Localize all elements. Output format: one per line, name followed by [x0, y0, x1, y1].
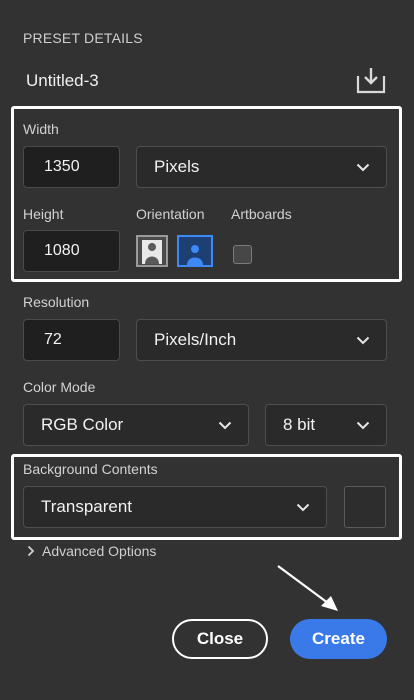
resolution-unit-value: Pixels/Inch	[154, 330, 237, 349]
portrait-person-icon	[142, 240, 162, 264]
background-contents-label: Background Contents	[23, 461, 158, 477]
chevron-down-icon	[356, 421, 370, 429]
background-color-swatch[interactable]	[344, 486, 386, 528]
resolution-input[interactable]: 72	[23, 319, 120, 361]
chevron-down-icon	[356, 163, 370, 171]
resolution-label: Resolution	[23, 294, 90, 310]
orientation-portrait-button[interactable]	[136, 235, 168, 267]
landscape-person-icon	[187, 245, 203, 265]
bit-depth-select[interactable]: 8 bit	[265, 404, 387, 446]
chevron-down-icon	[218, 421, 232, 429]
chevron-right-icon	[27, 545, 35, 557]
bit-depth-value: 8 bit	[283, 415, 316, 434]
color-mode-label: Color Mode	[23, 379, 96, 395]
create-button[interactable]: Create	[290, 619, 387, 659]
width-unit-select[interactable]: Pixels	[136, 146, 387, 188]
width-input[interactable]: 1350	[23, 146, 120, 188]
save-preset-button[interactable]	[356, 66, 386, 94]
color-mode-select[interactable]: RGB Color	[23, 404, 249, 446]
background-contents-value: Transparent	[41, 497, 133, 516]
advanced-options-label: Advanced Options	[42, 543, 157, 559]
width-unit-value: Pixels	[154, 157, 200, 176]
preset-name[interactable]: Untitled-3	[26, 71, 99, 91]
close-button[interactable]: Close	[172, 619, 268, 659]
height-label: Height	[23, 206, 64, 222]
background-contents-select[interactable]: Transparent	[23, 486, 327, 528]
height-input[interactable]: 1080	[23, 230, 120, 272]
orientation-label: Orientation	[136, 206, 205, 222]
artboards-label: Artboards	[231, 206, 292, 222]
chevron-down-icon	[296, 503, 310, 511]
chevron-down-icon	[356, 336, 370, 344]
color-mode-value: RGB Color	[41, 415, 124, 434]
orientation-landscape-button[interactable]	[177, 235, 213, 267]
save-preset-icon	[356, 68, 386, 94]
width-label: Width	[23, 121, 59, 137]
advanced-options-toggle[interactable]: Advanced Options	[27, 543, 156, 559]
artboards-checkbox[interactable]	[233, 245, 252, 264]
resolution-unit-select[interactable]: Pixels/Inch	[136, 319, 387, 361]
section-title: PRESET DETAILS	[23, 30, 143, 46]
annotation-arrow-icon	[277, 565, 338, 611]
